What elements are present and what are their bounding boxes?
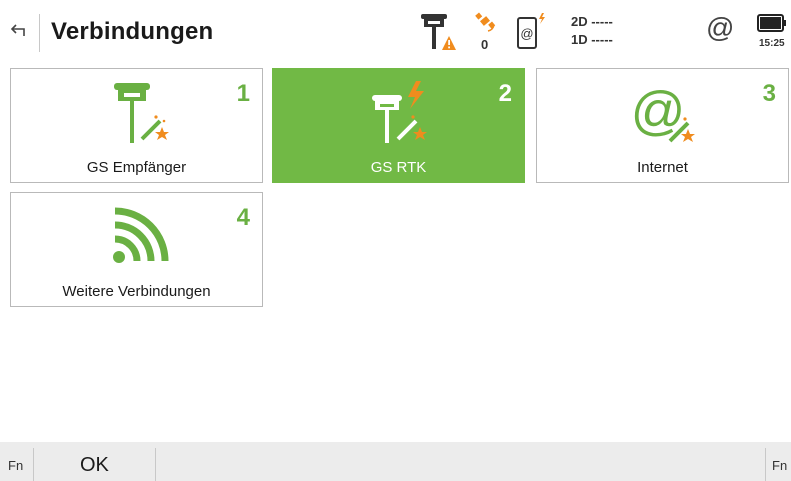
tile-weitere-verbindungen[interactable]: 4 Weitere Verbindungen xyxy=(10,192,263,307)
tile-label: GS Empfänger xyxy=(86,159,187,176)
tile-number: 4 xyxy=(236,204,250,231)
device-connection-icon[interactable]: @ xyxy=(516,12,550,50)
satellite-count: 0 xyxy=(481,37,489,52)
tile-internet[interactable]: @ 3 Internet xyxy=(536,68,789,183)
battery-icon[interactable] xyxy=(757,14,787,32)
quality-readout: 2D ----- 1D ----- xyxy=(571,13,613,49)
ok-button[interactable]: OK xyxy=(34,442,156,481)
gnss-receiver-wand-icon xyxy=(114,83,169,143)
tile-label: GS RTK xyxy=(370,159,427,176)
tile-gs-empfaenger[interactable]: 1 GS Empfänger xyxy=(10,68,263,183)
header-divider xyxy=(39,14,40,52)
softkey-bar: Fn OK Fn xyxy=(0,442,791,481)
internet-at-wand-icon: @ xyxy=(631,81,695,143)
softkey-divider xyxy=(765,448,766,481)
tile-label: Weitere Verbindungen xyxy=(62,283,211,300)
ok-button-label: OK xyxy=(80,454,109,476)
wireless-signal-icon xyxy=(113,207,169,263)
fn-key-right[interactable]: Fn xyxy=(772,458,787,473)
rover-warning-icon[interactable] xyxy=(418,12,456,52)
tile-number: 2 xyxy=(498,80,512,107)
quality-2d: 2D ----- xyxy=(571,14,613,29)
tile-number: 1 xyxy=(236,80,250,107)
softkey-divider xyxy=(155,448,156,481)
fn-key-left[interactable]: Fn xyxy=(8,458,23,473)
page-title: Verbindungen xyxy=(51,18,214,45)
tile-gs-rtk[interactable]: 2 GS RTK xyxy=(272,68,525,183)
clock-time: 15:25 xyxy=(759,38,785,49)
quality-1d: 1D ----- xyxy=(571,32,613,47)
at-icon[interactable]: @ xyxy=(706,12,734,44)
svg-text:@: @ xyxy=(520,26,533,41)
tile-label: Internet xyxy=(637,159,688,176)
rtk-receiver-wand-icon xyxy=(372,81,427,143)
tile-number: 3 xyxy=(762,80,776,107)
title-bar: Verbindungen 0 @ 2D ----- 1D ----- @ 15:… xyxy=(0,0,791,60)
satellite-icon[interactable] xyxy=(474,12,498,34)
back-arrow-icon[interactable] xyxy=(8,20,28,40)
